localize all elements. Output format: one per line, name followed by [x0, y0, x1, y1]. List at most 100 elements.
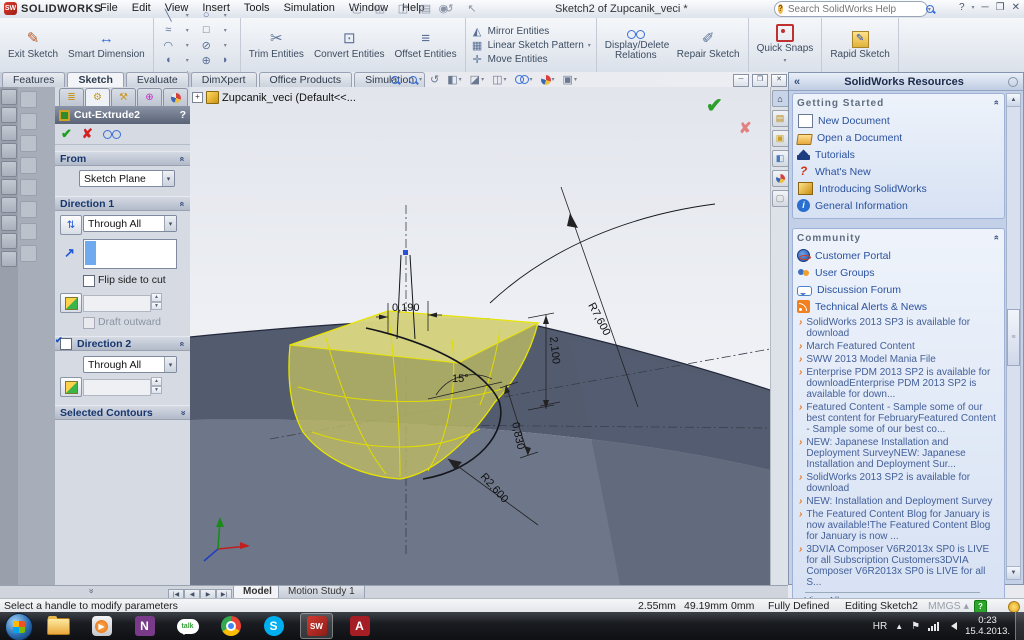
close-button[interactable]: ✕ — [1012, 2, 1020, 13]
minimize-button[interactable]: ─ — [982, 2, 989, 13]
draft-angle2-spinner[interactable]: ▲▼ — [151, 377, 162, 394]
tutorials-link[interactable]: Tutorials — [815, 149, 855, 161]
news-link[interactable]: SolidWorks 2013 SP2 is available for dow… — [806, 472, 1000, 494]
line-tool-icon[interactable]: ╲ — [165, 9, 172, 22]
apply-scene-icon[interactable]: ▣▾ — [563, 73, 577, 86]
open-document-link[interactable]: Open a Document — [817, 132, 902, 144]
new-document-link[interactable]: New Document — [818, 115, 890, 127]
slot-tool-icon[interactable]: ◖ — [165, 54, 172, 66]
convert-entities-button[interactable]: ⊡ Convert Entities — [311, 30, 388, 61]
direction1-end-condition-dropdown[interactable]: Through All — [83, 215, 177, 232]
new-document-icon[interactable]: ▢ — [350, 2, 364, 15]
search-input[interactable] — [786, 3, 922, 16]
tree-expand-icon[interactable]: + — [192, 92, 203, 103]
taskbar-media-player[interactable]: ▶ — [85, 613, 118, 639]
zoom-fit-icon[interactable] — [390, 75, 400, 85]
ok-button[interactable]: ✔ — [61, 126, 72, 142]
tool-icon[interactable] — [1, 125, 17, 141]
draft-on-off2-button[interactable] — [60, 377, 82, 397]
zoom-area-icon[interactable]: ▾ — [408, 75, 422, 85]
news-link[interactable]: The Featured Content Blog for January is… — [806, 509, 1000, 542]
repair-sketch-button[interactable]: ✐ Repair Sketch — [674, 30, 743, 61]
trim-entities-button[interactable]: ✂ Trim Entities — [246, 30, 307, 61]
news-link[interactable]: March Featured Content — [806, 341, 914, 352]
news-link[interactable]: SWW 2013 Model Mania File — [806, 354, 936, 365]
offset-entities-button[interactable]: ≡ Offset Entities — [392, 30, 460, 61]
taskbar-google-talk[interactable]: talk — [171, 613, 204, 639]
select-icon[interactable]: ↖ — [465, 2, 479, 15]
graphics-viewport[interactable]: 0,190 2,100 R7,600 15° 0,830 R2,600 + Zu… — [190, 87, 770, 585]
splitter-chevron-icon[interactable]: « — [86, 588, 96, 593]
direction2-end-condition-dropdown[interactable]: Through All — [83, 356, 177, 373]
confirmation-ok-icon[interactable]: ✔ — [706, 93, 723, 118]
news-link[interactable]: Featured Content - Sample some of our be… — [806, 402, 1000, 435]
draft-outward-checkbox[interactable] — [83, 317, 95, 329]
resources-tab-icon[interactable]: ⌂ — [772, 90, 789, 107]
news-link[interactable]: NEW: Japanese Installation and Deploymen… — [806, 437, 1000, 470]
tab-dimxpert[interactable]: DimXpert — [191, 72, 257, 87]
tool-icon[interactable] — [1, 251, 17, 267]
display-style-icon[interactable]: ◫▾ — [492, 73, 506, 86]
feature-manager-tab-icon[interactable]: ≣ — [59, 88, 84, 106]
tool-icon[interactable] — [1, 215, 17, 231]
tool-icon[interactable] — [20, 223, 37, 240]
tab-sketch[interactable]: Sketch — [67, 72, 123, 87]
print-icon[interactable]: ▤ — [419, 2, 433, 15]
news-link[interactable]: SolidWorks 2013 SP3 is available for dow… — [806, 317, 1000, 339]
from-group-header[interactable]: From« — [55, 151, 190, 166]
tool-icon[interactable] — [20, 245, 37, 262]
draft-angle1-field[interactable] — [83, 295, 151, 312]
introducing-solidworks-link[interactable]: Introducing SolidWorks — [819, 183, 927, 195]
scrollbar-thumb[interactable]: ≡ — [1007, 309, 1020, 366]
model-canvas[interactable]: 0,190 2,100 R7,600 15° 0,830 R2,600 — [190, 87, 770, 585]
taskbar-onenote[interactable]: N — [128, 613, 161, 639]
circle-tool-icon[interactable]: ○ — [203, 9, 210, 21]
tool-icon[interactable] — [1, 143, 17, 159]
dimxpert-manager-tab-icon[interactable]: ⊕ — [137, 88, 162, 106]
confirmation-cancel-icon[interactable]: ✘ — [739, 119, 752, 137]
help-search-box[interactable]: ? ▾ — [774, 1, 928, 17]
edit-appearance-icon[interactable]: ▾ — [541, 75, 555, 85]
sketch-origin-point[interactable] — [403, 250, 408, 255]
start-button[interactable] — [5, 613, 33, 640]
discussion-forum-link[interactable]: Discussion Forum — [817, 284, 901, 296]
getting-started-header[interactable]: Getting Started« — [797, 96, 1000, 110]
menu-edit[interactable]: Edit — [132, 2, 151, 15]
open-document-icon[interactable]: ◱ — [373, 2, 387, 15]
scroll-down-icon[interactable]: ▼ — [1007, 566, 1020, 579]
from-plane-dropdown[interactable]: Sketch Plane — [79, 170, 175, 187]
doc-close-button[interactable]: ✕ — [771, 74, 787, 87]
tool-icon[interactable] — [20, 179, 37, 196]
user-groups-link[interactable]: User Groups — [815, 267, 875, 279]
direction1-reference-box[interactable] — [83, 239, 177, 269]
direction2-checkbox[interactable] — [60, 338, 72, 350]
ellipse-tool-icon[interactable]: ⊘ — [202, 39, 211, 52]
network-icon[interactable] — [928, 621, 939, 631]
taskbar-windows-explorer[interactable] — [42, 613, 75, 639]
action-center-flag-icon[interactable]: ⚑ — [911, 621, 920, 632]
view-orientation-icon[interactable]: ◪▾ — [470, 73, 484, 86]
scroll-up-icon[interactable]: ▲ — [1007, 94, 1020, 107]
display-delete-relations-button[interactable]: Display/Delete Relations — [602, 29, 670, 62]
menu-tools[interactable]: Tools — [244, 2, 270, 15]
property-manager-tab-icon[interactable]: ⚙ — [85, 88, 110, 106]
news-link[interactable]: Enterprise PDM 2013 SP2 is available for… — [806, 367, 1000, 400]
tab-evaluate[interactable]: Evaluate — [126, 72, 189, 87]
tool-icon[interactable] — [1, 197, 17, 213]
restore-button[interactable]: ❐ — [996, 2, 1005, 13]
custom-properties-tab-icon[interactable]: ▢ — [772, 190, 789, 207]
customer-portal-link[interactable]: Customer Portal — [815, 250, 891, 262]
tool-icon[interactable] — [1, 89, 17, 105]
move-entities-button[interactable]: ✛ Move Entities — [471, 53, 591, 66]
tool-icon[interactable] — [1, 179, 17, 195]
tool-icon[interactable] — [1, 107, 17, 123]
news-link[interactable]: 3DVIA Composer V6R2013x SP0 is LIVE for … — [806, 544, 1000, 588]
tray-expand-icon[interactable]: ▲ — [895, 622, 903, 631]
display-manager-tab-icon[interactable] — [163, 88, 188, 106]
point-tool-icon[interactable]: ⊕ — [202, 54, 211, 67]
doc-minimize-button[interactable]: ─ — [733, 74, 749, 87]
feature-tree-root[interactable]: Zupcanik_veci (Default<<... — [222, 92, 356, 104]
file-explorer-tab-icon[interactable]: ▣ — [772, 130, 789, 147]
show-desktop-button[interactable] — [1015, 612, 1024, 640]
tool-icon[interactable] — [1, 161, 17, 177]
